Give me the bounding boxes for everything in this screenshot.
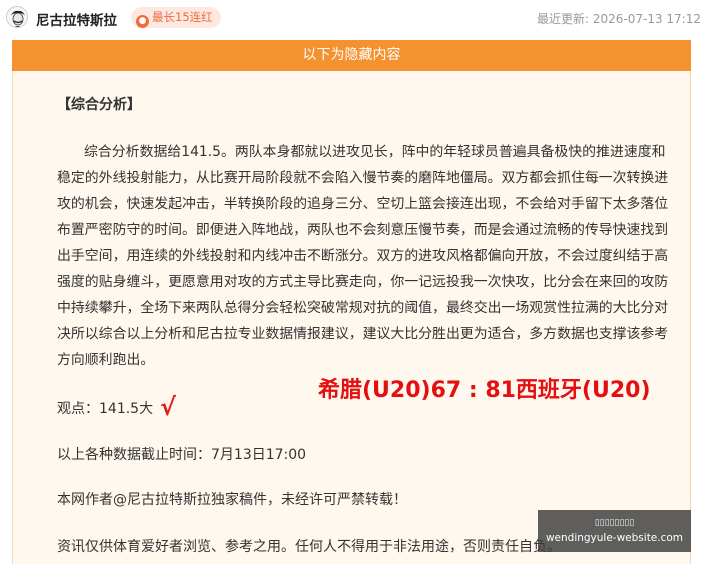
site-watermark: ▯▯▯▯▯▯▯▯ wendingyule-website.com bbox=[538, 510, 691, 552]
hidden-content-banner: 以下为隐藏内容 bbox=[12, 40, 691, 71]
analysis-text: 综合分析数据给141.5。两队本身都就以进攻见长，阵中的年轻球员普遍具备极快的推… bbox=[57, 144, 669, 368]
match-result: 希腊(U20)67 : 81西班牙(U20) bbox=[318, 378, 651, 403]
top-bar: 尼古拉特斯拉 ● 最长15连红 最近更新: 2026-07-13 17:12 bbox=[0, 0, 702, 36]
section-heading: 【综合分析】 bbox=[57, 97, 141, 113]
analysis-paragraph: 综合分析数据给141.5。两队本身都就以进攻见长，阵中的年轻球员普遍具备极快的推… bbox=[57, 139, 675, 373]
streak-badge-label: 最长15连红 bbox=[152, 10, 213, 24]
avatar-portrait-icon bbox=[7, 7, 27, 27]
checkmark-icon: √ bbox=[160, 393, 177, 421]
watermark-line2: wendingyule-website.com bbox=[545, 532, 684, 544]
watermark-line1: ▯▯▯▯▯▯▯▯ bbox=[594, 518, 635, 528]
last-updated: 最近更新: 2026-07-13 17:12 bbox=[537, 12, 701, 26]
viewpoint: 观点：141.5大 bbox=[57, 401, 154, 417]
author-name[interactable]: 尼古拉特斯拉 bbox=[36, 9, 117, 29]
author-avatar[interactable] bbox=[6, 6, 28, 28]
copyright-notice: 本网作者@尼古拉特斯拉独家稿件，未经许可严禁转载！ bbox=[57, 492, 407, 508]
streak-badge: ● 最长15连红 bbox=[131, 7, 221, 28]
fire-icon: ● bbox=[136, 15, 149, 28]
disclaimer: 资讯仅供体育爱好者浏览、参考之用。任何人不得用于非法用途，否则责任自负。 bbox=[57, 539, 561, 555]
data-deadline: 以上各种数据截止时间：7月13日17:00 bbox=[57, 447, 307, 463]
